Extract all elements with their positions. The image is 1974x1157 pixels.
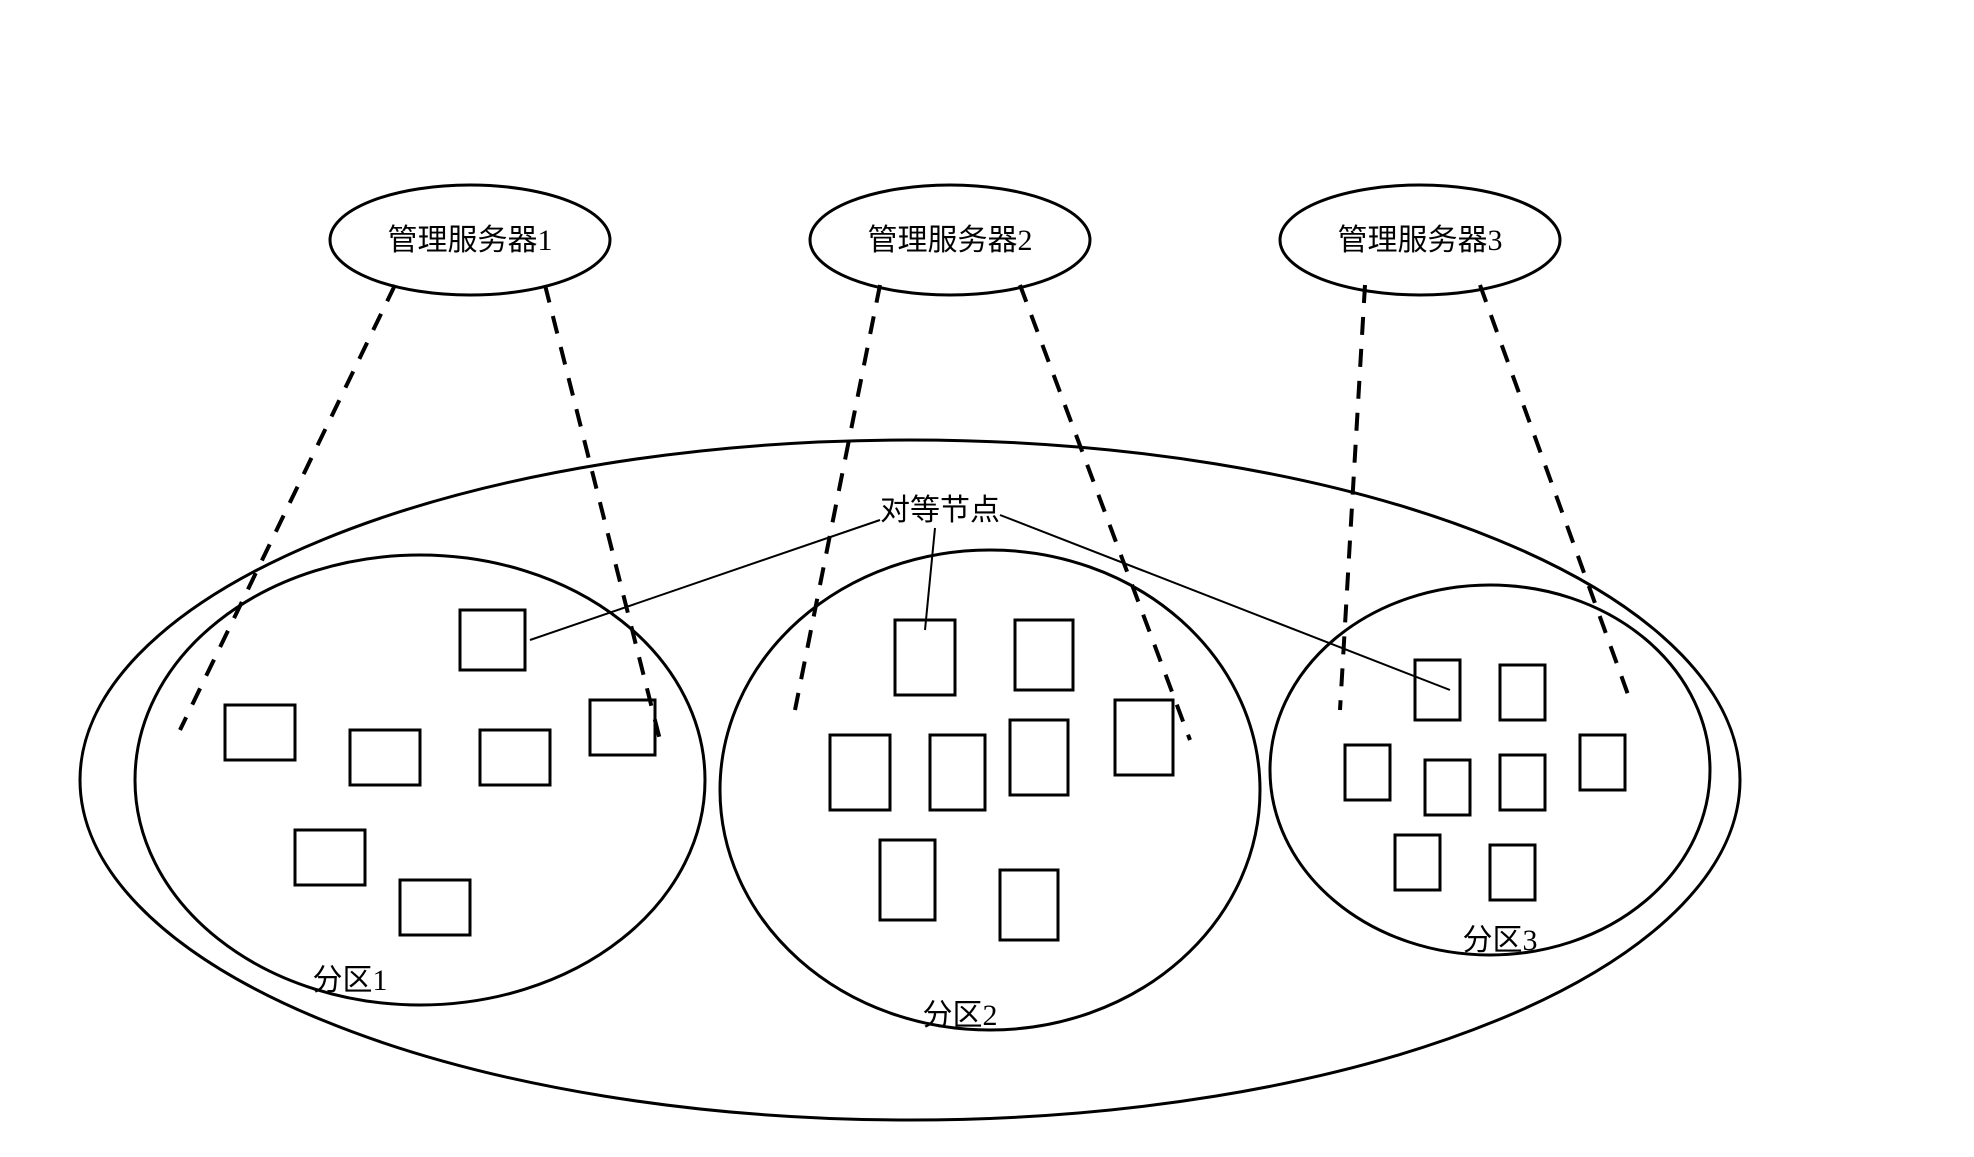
zone-2-nodes bbox=[830, 620, 1173, 940]
peer-node-pointer-lines bbox=[530, 515, 1450, 690]
peer-node-rect bbox=[930, 735, 985, 810]
server-2: 管理服务器2 bbox=[810, 185, 1090, 295]
zone-3-nodes bbox=[1345, 660, 1625, 900]
peer-node-rect bbox=[225, 705, 295, 760]
peer-node-rect bbox=[1415, 660, 1460, 720]
peer-node-label: 对等节点 bbox=[880, 494, 1000, 527]
zone-3-label: 分区3 bbox=[1463, 924, 1538, 957]
peer-node-rect bbox=[895, 620, 955, 695]
server-1: 管理服务器1 bbox=[330, 185, 610, 295]
zone-2-label: 分区2 bbox=[923, 999, 998, 1032]
server-3: 管理服务器3 bbox=[1280, 185, 1560, 295]
zone-3: 分区3 bbox=[1270, 585, 1710, 957]
server-1-label: 管理服务器1 bbox=[388, 224, 553, 257]
zone-1: 分区1 bbox=[135, 555, 705, 1005]
peer-node-rect bbox=[1490, 845, 1535, 900]
peer-node-rect bbox=[1425, 760, 1470, 815]
peer-node-rect bbox=[1395, 835, 1440, 890]
peer-node-rect bbox=[480, 730, 550, 785]
server-2-label: 管理服务器2 bbox=[868, 224, 1033, 257]
zone-1-label: 分区1 bbox=[313, 964, 388, 997]
peer-node-rect bbox=[400, 880, 470, 935]
network-diagram: 管理服务器1 管理服务器2 管理服务器3 对等节点 bbox=[0, 0, 1974, 1157]
peer-node-rect bbox=[295, 830, 365, 885]
peer-node-rect bbox=[350, 730, 420, 785]
peer-node-rect bbox=[1345, 745, 1390, 800]
peer-node-rect bbox=[830, 735, 890, 810]
peer-node-rect bbox=[590, 700, 655, 755]
peer-node-rect bbox=[1500, 665, 1545, 720]
zone-2: 分区2 bbox=[720, 550, 1260, 1032]
peer-node-rect bbox=[460, 610, 525, 670]
peer-node-rect bbox=[1580, 735, 1625, 790]
peer-node-rect bbox=[1115, 700, 1173, 775]
server-3-label: 管理服务器3 bbox=[1338, 224, 1503, 257]
peer-node-rect bbox=[880, 840, 935, 920]
zone-1-nodes bbox=[225, 610, 655, 935]
peer-node-rect bbox=[1500, 755, 1545, 810]
peer-node-rect bbox=[1000, 870, 1058, 940]
peer-node-rect bbox=[1010, 720, 1068, 795]
peer-node-rect bbox=[1015, 620, 1073, 690]
